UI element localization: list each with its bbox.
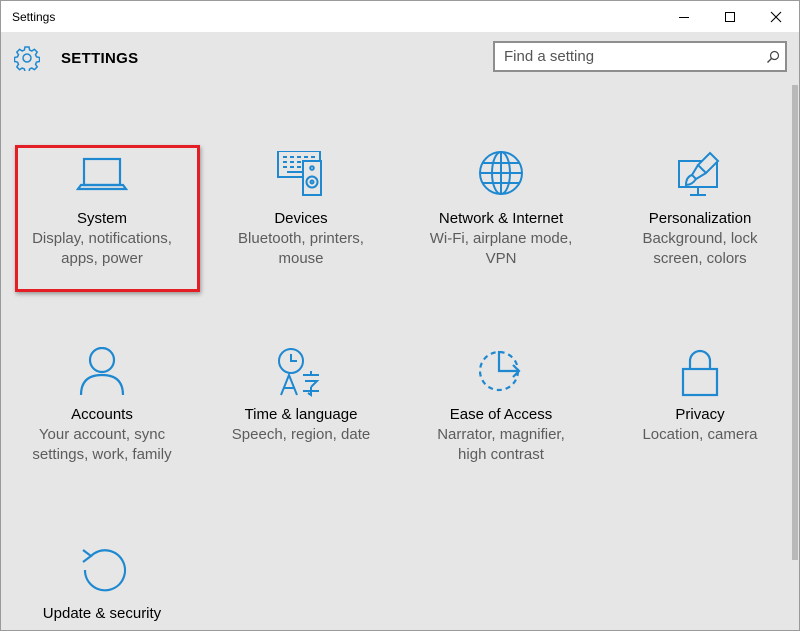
title-bar: Settings	[1, 1, 799, 32]
settings-window: Settings SETTINGS Find a setting System …	[0, 0, 800, 631]
tile-network-internet[interactable]: Network & Internet Wi-Fi, airplane mode,…	[411, 151, 591, 269]
settings-header: SETTINGS	[1, 32, 799, 84]
devices-icon	[211, 151, 391, 203]
tile-desc-line1: Speech, region, date	[231, 426, 371, 443]
tile-desc-line1: Wi-Fi, airplane mode,	[429, 230, 573, 247]
tile-title: Time & language	[244, 406, 358, 423]
tile-privacy[interactable]: Privacy Location, camera	[610, 347, 790, 445]
page-title: SETTINGS	[61, 50, 139, 67]
tile-desc-line1: Your account, sync	[38, 426, 166, 443]
clock-language-icon	[211, 347, 391, 399]
search-input[interactable]	[495, 43, 757, 70]
tile-desc-line2: screen, colors	[653, 250, 747, 267]
minimize-button[interactable]	[661, 1, 707, 32]
gear-icon	[14, 46, 40, 71]
system-highlight-box	[15, 145, 200, 292]
tile-title: Personalization	[648, 210, 752, 227]
tile-ease-of-access[interactable]: Ease of Access Narrator, magnifier, high…	[411, 347, 591, 465]
lock-icon	[610, 347, 790, 399]
tile-desc-line2: VPN	[485, 250, 517, 267]
tile-desc-line2: mouse	[278, 250, 324, 267]
globe-icon	[411, 151, 591, 203]
maximize-button[interactable]	[707, 1, 753, 32]
search-box[interactable]	[493, 41, 787, 72]
close-icon	[770, 11, 782, 22]
tile-title: Accounts	[71, 406, 133, 423]
paintbrush-icon	[610, 151, 790, 203]
minimize-icon	[679, 16, 689, 18]
tile-desc-line1: Bluetooth, printers,	[238, 230, 364, 247]
ease-of-access-icon	[411, 347, 591, 399]
tile-accounts[interactable]: Accounts Your account, sync settings, wo…	[12, 347, 192, 465]
close-button[interactable]	[753, 1, 799, 32]
tile-time-language[interactable]: Time & language Speech, region, date	[211, 347, 391, 445]
tile-devices[interactable]: Devices Bluetooth, printers, mouse	[211, 151, 391, 269]
scrollbar[interactable]	[792, 85, 798, 560]
tile-desc-line1: Narrator, magnifier,	[437, 426, 565, 443]
refresh-icon	[12, 546, 192, 598]
tile-title: Privacy	[675, 406, 725, 423]
tile-title: Update & security	[42, 605, 162, 622]
tile-desc-line2: high contrast	[458, 446, 544, 463]
window-title: Settings	[12, 10, 56, 24]
search-icon[interactable]	[766, 50, 780, 64]
tile-title: Network & Internet	[438, 210, 564, 227]
maximize-icon	[725, 11, 735, 22]
tile-desc-line1: Location, camera	[642, 426, 758, 443]
tile-personalization[interactable]: Personalization Background, lock screen,…	[610, 151, 790, 269]
tile-desc-line2: settings, work, family	[32, 446, 172, 463]
tile-title: Devices	[274, 210, 328, 227]
person-icon	[12, 347, 192, 399]
tile-title: Ease of Access	[449, 406, 553, 423]
tile-desc-line1: Background, lock	[642, 230, 758, 247]
tile-update-security[interactable]: Update & security	[12, 546, 192, 624]
